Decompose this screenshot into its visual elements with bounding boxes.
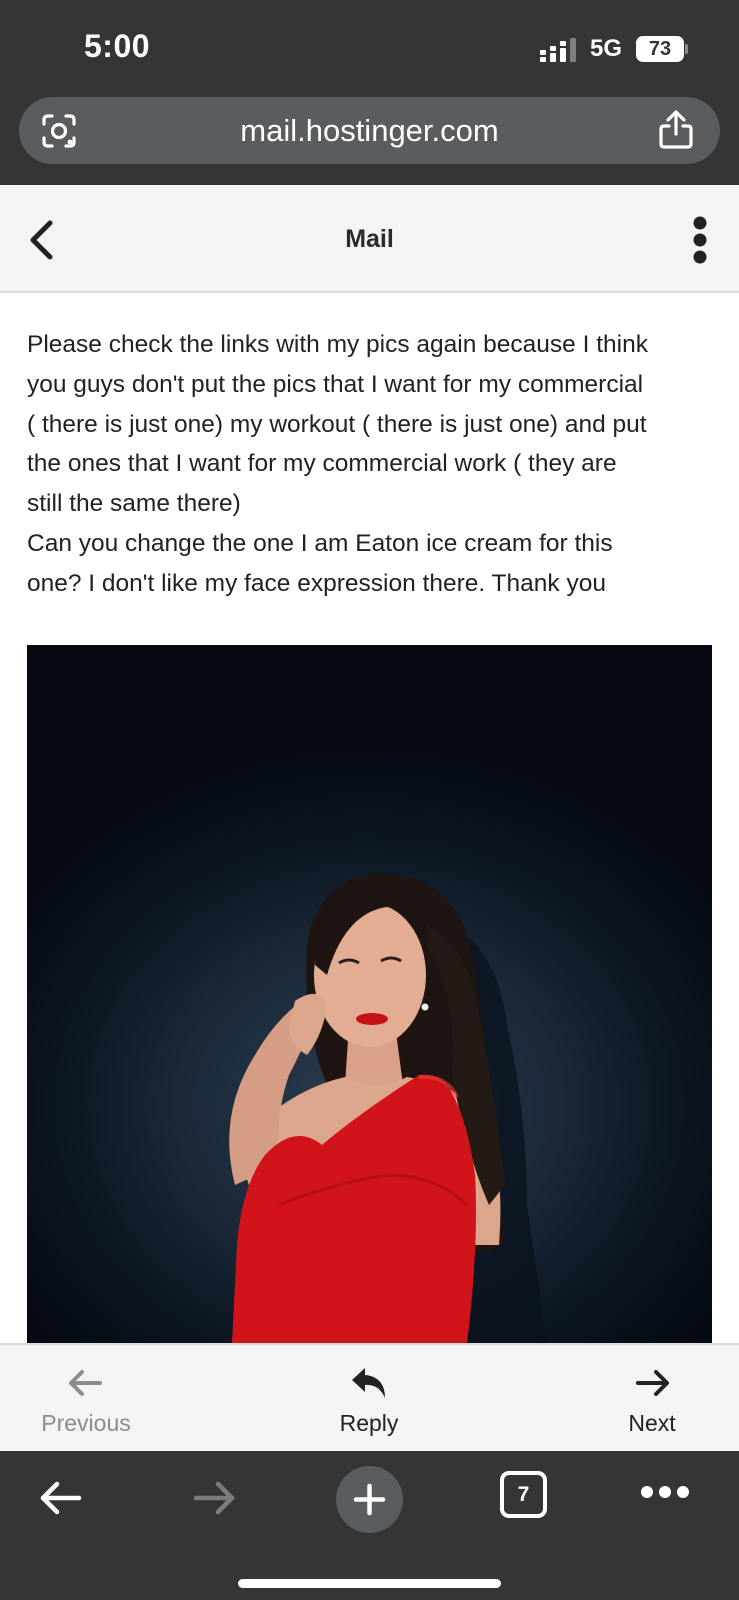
message-line: Can you change the one I am Eaton ice cr… [27,529,613,557]
address-bar[interactable]: mail.hostinger.com [19,97,720,164]
message-line: Please check the links with my pics agai… [27,331,648,358]
message-line: still the same there) [27,490,241,518]
reply-icon [352,1368,385,1398]
browser-toolbar: 7 [0,1451,739,1600]
next-button[interactable]: Next [572,1345,732,1453]
kebab-menu-icon[interactable] [682,215,718,265]
previous-button[interactable]: Previous [6,1345,166,1453]
tabs-icon[interactable]: 7 [500,1471,547,1518]
share-icon[interactable] [657,110,695,150]
browser-top-chrome: 5:00 5G 73 mail.hostinger.com [0,0,739,185]
more-icon[interactable] [640,1485,690,1499]
next-arrow-icon [636,1370,669,1396]
signal-icon [540,38,576,62]
tab-count: 7 [517,1483,530,1506]
message-line: ( there is just one) my workout ( there … [27,410,647,438]
message-body: Please check the links with my pics agai… [27,325,719,604]
network-label: 5G [590,35,623,62]
new-tab-button[interactable] [336,1466,403,1533]
reply-label: Reply [339,1410,399,1436]
battery-icon: 73 [636,36,688,62]
mail-header: Mail [0,185,739,293]
next-label: Next [628,1410,676,1436]
forward-arrow-icon[interactable] [192,1475,238,1521]
back-chevron-icon[interactable] [26,219,60,261]
battery-level: 73 [648,38,672,60]
message-line: the ones that I want for my commercial w… [27,450,617,478]
previous-arrow-icon [69,1370,102,1396]
reply-button[interactable]: Reply [289,1345,449,1453]
portrait-illustration [229,873,547,1343]
home-indicator [238,1579,501,1588]
mail-title: Mail [345,225,394,253]
inline-photo[interactable] [27,645,712,1343]
url-text[interactable]: mail.hostinger.com [19,97,720,164]
new-tab-plus-icon [353,1483,386,1516]
back-arrow-icon[interactable] [37,1475,83,1521]
message-actions-bar: Previous Reply Next [0,1343,739,1451]
previous-label: Previous [41,1410,131,1436]
status-time: 5:00 [84,28,151,64]
message-line: you guys don't put the pics that I want … [27,370,644,398]
message-line: one? I don't like my face expression the… [27,569,606,597]
